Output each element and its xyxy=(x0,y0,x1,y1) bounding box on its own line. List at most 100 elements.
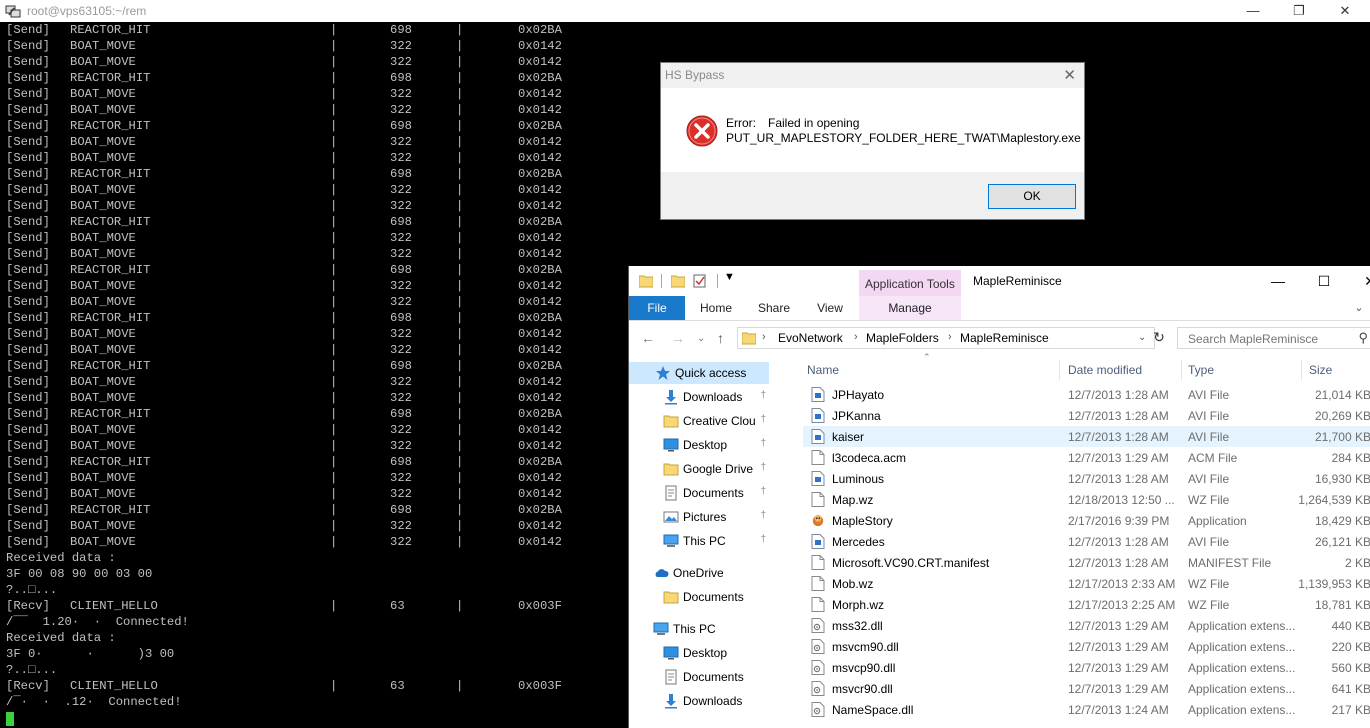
table-row[interactable]: Luminous 12/7/2013 1:28 AM AVI File 16,930 … xyxy=(803,468,1370,489)
table-row[interactable]: mss32.dll 12/7/2013 1:29 AM Application ex… xyxy=(803,615,1370,636)
sidebar-item-this-pc[interactable]: This PC † xyxy=(629,530,769,552)
sidebar-item-downloads[interactable]: Downloads † xyxy=(629,386,769,408)
packet-name: BOAT_MOVE xyxy=(70,199,136,213)
folder-icon xyxy=(663,413,679,429)
tab-share[interactable]: Share xyxy=(749,296,799,320)
up-icon[interactable]: ↑ xyxy=(717,330,724,346)
properties-icon[interactable] xyxy=(693,274,707,288)
back-icon[interactable]: ← xyxy=(641,330,655,346)
ok-button[interactable]: OK xyxy=(988,184,1076,209)
packet-length: 322 xyxy=(390,375,412,389)
sidebar-item-creative-clou[interactable]: Creative Clou † xyxy=(629,410,769,432)
address-dropdown-icon[interactable]: ⌄ xyxy=(1138,332,1146,343)
sidebar-item-desktop[interactable]: Desktop xyxy=(629,642,769,664)
expand-ribbon-icon[interactable]: ⌄ xyxy=(1349,296,1369,320)
packet-length: 322 xyxy=(390,535,412,549)
file-name: l3codeca.acm xyxy=(832,451,907,465)
restore-icon[interactable]: ❐ xyxy=(1276,0,1322,22)
file-explorer-window: ▼ Application Tools MapleReminisce — ☐ ✕… xyxy=(628,266,1370,728)
packet-name: CLIENT_HELLO xyxy=(70,599,158,613)
dialog-path: PUT_UR_MAPLESTORY_FOLDER_HERE_TWAT\Maple… xyxy=(726,131,1081,145)
dll-file-icon xyxy=(811,618,825,633)
sidebar-item-pictures[interactable]: Pictures † xyxy=(629,506,769,528)
sidebar-item-documents[interactable]: Documents xyxy=(629,666,769,688)
packet-length: 322 xyxy=(390,487,412,501)
tab-view[interactable]: View xyxy=(805,296,855,320)
sidebar-item-this-pc[interactable]: This PC xyxy=(629,618,769,640)
packet-length: 322 xyxy=(390,391,412,405)
table-row[interactable]: Morph.wz 12/17/2013 2:25 AM WZ File 18,781 … xyxy=(803,594,1370,615)
ribbon: File Home Share View Manage ⌄ xyxy=(629,296,1370,321)
explorer-minimize-icon[interactable]: — xyxy=(1255,268,1301,294)
file-name: MapleStory xyxy=(832,514,893,528)
close-icon[interactable]: ✕ xyxy=(1322,0,1368,22)
packet-direction: [Send] xyxy=(6,71,50,85)
desktop-icon xyxy=(663,645,679,661)
packet-opcode: 0x02BA xyxy=(518,503,562,517)
packet-direction: [Send] xyxy=(6,375,50,389)
table-row[interactable]: JPHayato 12/7/2013 1:28 AM AVI File 21,014 … xyxy=(803,384,1370,405)
address-bar[interactable]: › EvoNetwork › MapleFolders › MapleRemin… xyxy=(737,327,1155,349)
column-header-type[interactable]: Type xyxy=(1188,358,1214,382)
table-row[interactable]: msvcr90.dll 12/7/2013 1:29 AM Application … xyxy=(803,678,1370,699)
customize-quick-access-icon[interactable]: ▼ xyxy=(724,271,735,283)
search-box[interactable]: ⚲ xyxy=(1177,327,1370,349)
table-row[interactable]: kaiser 12/7/2013 1:28 AM AVI File 21,700 KB xyxy=(803,426,1370,447)
explorer-titlebar[interactable]: ▼ Application Tools MapleReminisce — ☐ ✕ xyxy=(629,266,1370,296)
table-row[interactable]: msvcm90.dll 12/7/2013 1:29 AM Application … xyxy=(803,636,1370,657)
packet-direction: [Send] xyxy=(6,151,50,165)
table-row[interactable]: msvcp90.dll 12/7/2013 1:29 AM Application … xyxy=(803,657,1370,678)
column-separator: | xyxy=(456,311,464,325)
breadcrumb-maplereminisce[interactable]: MapleReminisce xyxy=(960,331,1049,345)
sidebar-item-onedrive[interactable]: OneDrive xyxy=(629,562,769,584)
explorer-close-icon[interactable]: ✕ xyxy=(1347,268,1370,294)
table-row[interactable]: Microsoft.VC90.CRT.manifest 12/7/2013 1:2… xyxy=(803,552,1370,573)
new-folder-icon[interactable] xyxy=(671,274,685,288)
tab-home[interactable]: Home xyxy=(691,296,741,320)
breadcrumb-maplefolders[interactable]: MapleFolders xyxy=(866,331,939,345)
explorer-maximize-icon[interactable]: ☐ xyxy=(1301,268,1347,294)
folder-icon xyxy=(639,275,653,288)
table-row[interactable]: NameSpace.dll 12/7/2013 1:24 AM Applicatio… xyxy=(803,699,1370,720)
recent-locations-icon[interactable]: ⌄ xyxy=(697,333,705,344)
sidebar-item-google-drive[interactable]: Google Drive † xyxy=(629,458,769,480)
video-file-icon xyxy=(811,429,825,444)
column-header-size[interactable]: Size xyxy=(1309,358,1332,382)
column-separator: | xyxy=(456,423,464,437)
search-input[interactable] xyxy=(1186,331,1360,347)
sidebar-item-documents[interactable]: Documents † xyxy=(629,482,769,504)
document-icon xyxy=(663,485,679,501)
table-row[interactable]: l3codeca.acm 12/7/2013 1:29 AM ACM File 284… xyxy=(803,447,1370,468)
packet-opcode: 0x0142 xyxy=(518,39,562,53)
table-row[interactable]: JPKanna 12/7/2013 1:28 AM AVI File 20,269 K… xyxy=(803,405,1370,426)
breadcrumb-evonetwork[interactable]: EvoNetwork xyxy=(778,331,843,345)
file-name: Microsoft.VC90.CRT.manifest xyxy=(832,556,990,570)
sidebar-item-downloads[interactable]: Downloads xyxy=(629,690,769,712)
sidebar-item-label: This PC xyxy=(683,534,726,548)
sidebar-item-documents[interactable]: Documents xyxy=(629,586,769,608)
column-header-name[interactable]: Name xyxy=(807,358,839,382)
terminal-titlebar[interactable]: root@vps63105:~/rem — ❐ ✕ xyxy=(0,0,1370,22)
sidebar-item-quick-access[interactable]: Quick access xyxy=(629,362,769,384)
forward-icon[interactable]: → xyxy=(671,330,685,346)
table-row[interactable]: Map.wz 12/18/2013 12:50 ... WZ File 1,264,5… xyxy=(803,489,1370,510)
cloud-icon xyxy=(653,565,669,581)
column-header-date[interactable]: Date modified xyxy=(1068,358,1142,382)
sidebar-item-desktop[interactable]: Desktop † xyxy=(629,434,769,456)
table-row[interactable]: MapleStory 2/17/2016 9:39 PM Application 18… xyxy=(803,510,1370,531)
minimize-icon[interactable]: — xyxy=(1230,0,1276,22)
table-row[interactable]: Mercedes 12/7/2013 1:28 AM AVI File 26,121 … xyxy=(803,531,1370,552)
file-type: Application extens... xyxy=(1188,619,1296,633)
table-row[interactable]: Mob.wz 12/17/2013 2:33 AM WZ File 1,139,953… xyxy=(803,573,1370,594)
tab-file[interactable]: File xyxy=(629,296,685,320)
download-icon xyxy=(663,389,679,405)
dialog-title: HS Bypass xyxy=(665,68,725,82)
file-size: 1,139,953 KB xyxy=(1298,577,1370,591)
dialog-close-icon[interactable]: ✕ xyxy=(1063,66,1076,84)
tab-manage[interactable]: Manage xyxy=(859,296,961,320)
file-size: 217 KB xyxy=(1331,703,1370,717)
refresh-icon[interactable]: ↻ xyxy=(1149,329,1169,349)
file-date: 2/17/2016 9:39 PM xyxy=(1068,514,1170,528)
column-separator: | xyxy=(456,375,464,389)
column-separator: | xyxy=(456,119,464,133)
